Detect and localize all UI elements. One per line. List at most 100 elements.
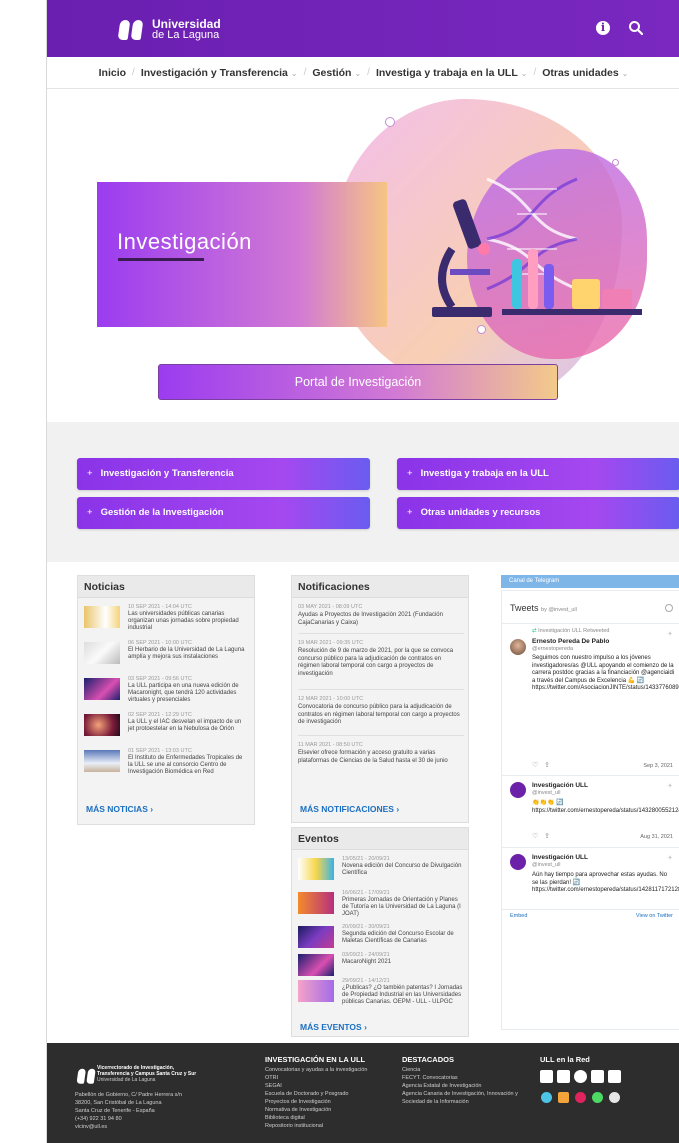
- tweet-handle[interactable]: @invest_ull: [532, 790, 561, 796]
- tweet-actions[interactable]: ♡ ⇪: [532, 832, 550, 840]
- accordion-investigacion-transferencia[interactable]: + Investigación y Transferencia: [77, 458, 370, 490]
- event-date: 13/05/21 - 20/09/21: [342, 856, 390, 862]
- notification-item[interactable]: 11 MAR 2021 - 08:50 UTC Elsevier ofrece …: [298, 742, 464, 778]
- news-title[interactable]: El Instituto de Enfermedades Tropicales …: [128, 755, 248, 777]
- page: Universidad de La Laguna i Inicio / Inve…: [46, 0, 679, 1143]
- tweet[interactable]: Investigación ULL @invest_ull 👏👏👏 🔄 http…: [502, 775, 679, 845]
- more-news-link[interactable]: MÁS NOTICIAS ›: [86, 804, 153, 814]
- news-title[interactable]: El Herbario de la Universidad de La Lagu…: [128, 647, 248, 661]
- notification-date: 11 MAR 2021 - 08:50 UTC: [298, 742, 363, 748]
- social-link-icon[interactable]: [592, 1092, 603, 1103]
- telegram-channel-link[interactable]: Canal de Telegram: [501, 575, 679, 588]
- notification-title[interactable]: Resolución de 9 de marzo de 2021, por la…: [298, 648, 464, 678]
- news-thumbnail: [84, 678, 120, 700]
- avatar[interactable]: [510, 854, 526, 870]
- event-title[interactable]: Novena edición del Concurso de Divulgaci…: [342, 863, 464, 877]
- news-item[interactable]: 02 SEP 2021 - 12:29 UTC La ULL y el IAC …: [84, 712, 246, 744]
- info-icon[interactable]: [665, 604, 673, 612]
- search-icon[interactable]: [625, 17, 647, 39]
- retweet-icon: ⇄: [532, 628, 537, 634]
- notification-item[interactable]: 19 MAR 2021 - 09:35 UTC Resolución de 9 …: [298, 640, 464, 690]
- tweet-date[interactable]: Aug 31, 2021: [640, 834, 673, 840]
- event-item[interactable]: 16/06/21 - 17/09/21 Primeras Jornadas de…: [298, 890, 464, 924]
- twitter-timeline: Tweets by @invest_ull ⇄ Investigación UL…: [501, 590, 679, 1030]
- facebook-icon[interactable]: [540, 1070, 553, 1083]
- nav-item-investiga-trabaja[interactable]: Investiga y trabaja en la ULL ⌄: [370, 67, 534, 79]
- social-link-icon[interactable]: [609, 1092, 620, 1103]
- footer-address: Pabellón de Gobierno, C/ Padre Herrera s…: [75, 1092, 183, 1130]
- notification-item[interactable]: 03 MAY 2021 - 08:09 UTC Ayudas a Proyect…: [298, 604, 464, 634]
- event-title[interactable]: Segunda edición del Concurso Escolar de …: [342, 931, 464, 945]
- avatar[interactable]: [510, 782, 526, 798]
- notification-item[interactable]: 12 MAR 2021 - 10:00 UTC Convocatoria de …: [298, 696, 464, 736]
- news-item[interactable]: 10 SEP 2021 - 14:04 UTC Las universidade…: [84, 604, 246, 636]
- news-title[interactable]: La ULL y el IAC desvelan el impacto de u…: [128, 719, 248, 733]
- tweet-author[interactable]: Ernesto Pereda De Pablo: [532, 638, 609, 645]
- social-link-icon[interactable]: [558, 1092, 569, 1103]
- more-events-link[interactable]: MÁS EVENTOS ›: [300, 1022, 367, 1032]
- tweet-footer-divider: [502, 909, 679, 910]
- footer: Vicerrectorado de Investigación, Transfe…: [47, 1043, 679, 1143]
- twitter-bird-icon[interactable]: ✦: [667, 854, 673, 862]
- accordion-otras-unidades[interactable]: + Otras unidades y recursos: [397, 497, 679, 529]
- twitter-icon[interactable]: [557, 1070, 570, 1083]
- youtube-icon[interactable]: [608, 1070, 621, 1083]
- eventos-title: Eventos: [292, 828, 468, 850]
- nav-item-investigacion[interactable]: Investigación y Transferencia ⌄: [135, 67, 304, 79]
- tweet[interactable]: Investigación ULL @invest_ull Aún hay ti…: [502, 847, 679, 907]
- nav-item-gestion[interactable]: Gestión ⌄: [306, 67, 367, 79]
- nav-item-inicio[interactable]: Inicio: [93, 67, 132, 79]
- logo-line-2: de La Laguna: [152, 29, 220, 41]
- embed-link[interactable]: Embed: [510, 913, 527, 919]
- tweet-actions[interactable]: ♡ ⇪: [532, 761, 550, 769]
- tweet-author[interactable]: Investigación ULL: [532, 782, 588, 789]
- notification-date: 03 MAY 2021 - 08:09 UTC: [298, 604, 363, 610]
- event-title[interactable]: ¿Publicas? ¿O también patentas? I Jornad…: [342, 985, 464, 1007]
- social-link-icon[interactable]: [541, 1092, 552, 1103]
- accordion-investiga-trabaja[interactable]: + Investiga y trabaja en la ULL: [397, 458, 679, 490]
- notification-title[interactable]: Ayudas a Proyectos de Investigación 2021…: [298, 612, 464, 627]
- info-icon[interactable]: i: [592, 17, 614, 39]
- news-item[interactable]: 03 SEP 2021 - 09:56 UTC La ULL participa…: [84, 676, 246, 708]
- telegram-icon[interactable]: [574, 1070, 587, 1083]
- event-title[interactable]: Primeras Jornadas de Orientación y Plane…: [342, 897, 464, 919]
- plus-icon: +: [87, 507, 93, 518]
- event-item[interactable]: 13/05/21 - 20/09/21 Novena edición del C…: [298, 856, 464, 890]
- event-item[interactable]: 29/09/21 - 14/12/21 ¿Publicas? ¿O tambié…: [298, 978, 464, 1012]
- news-date: 01 SEP 2021 - 13:03 UTC: [128, 748, 192, 754]
- news-title[interactable]: Las universidades públicas canarias orga…: [128, 611, 248, 633]
- twitter-bird-icon[interactable]: ✦: [667, 782, 673, 790]
- twitter-bird-icon[interactable]: ✦: [667, 630, 673, 638]
- ull-logo-icon[interactable]: [117, 20, 145, 40]
- event-date: 03/09/21 - 24/09/21: [342, 952, 390, 958]
- microscope-illustration: [432, 199, 492, 317]
- news-thumbnail: [84, 714, 120, 736]
- event-title[interactable]: MacaroNight 2021: [342, 959, 464, 966]
- portal-investigacion-button[interactable]: Portal de Investigación: [158, 364, 558, 400]
- tweet-handle[interactable]: @invest_ull: [532, 862, 561, 868]
- avatar[interactable]: [510, 639, 526, 655]
- more-notifications-link[interactable]: MÁS NOTIFICACIONES ›: [300, 804, 399, 814]
- ull-logo-icon[interactable]: [76, 1068, 96, 1084]
- nav-item-otras-unidades[interactable]: Otras unidades ⌄: [536, 67, 634, 79]
- tweet-date[interactable]: Sep 3, 2021: [643, 763, 673, 769]
- event-thumbnail: [298, 926, 334, 948]
- view-on-twitter-link[interactable]: View on Twitter: [636, 913, 673, 919]
- notification-title[interactable]: Convocatoria de concurso público para la…: [298, 704, 464, 727]
- tweet-handle[interactable]: @ernestopereda: [532, 646, 573, 652]
- social-link-icon[interactable]: [575, 1092, 586, 1103]
- notification-title[interactable]: Elsevier ofrece formación y acceso gratu…: [298, 750, 464, 765]
- news-date: 06 SEP 2021 - 10:00 UTC: [128, 640, 192, 646]
- chevron-down-icon: ⌄: [621, 68, 629, 78]
- news-title[interactable]: La ULL participa en una nueva edición de…: [128, 683, 248, 705]
- sections-band: + Investigación y Transferencia + Investig…: [47, 422, 679, 562]
- site-logo-text[interactable]: Universidad de La Laguna: [152, 18, 221, 41]
- notification-date: 12 MAR 2021 - 10:00 UTC: [298, 696, 364, 702]
- accordion-gestion-investigacion[interactable]: + Gestión de la Investigación: [77, 497, 370, 529]
- event-thumbnail: [298, 954, 334, 976]
- tweet[interactable]: ⇄ Investigación ULL Retweeted Ernesto Pe…: [502, 623, 679, 773]
- instagram-icon[interactable]: [591, 1070, 604, 1083]
- news-item[interactable]: 06 SEP 2021 - 10:00 UTC El Herbario de l…: [84, 640, 246, 672]
- tweet-author[interactable]: Investigación ULL: [532, 854, 588, 861]
- news-item[interactable]: 01 SEP 2021 - 13:03 UTC El Instituto de …: [84, 748, 246, 780]
